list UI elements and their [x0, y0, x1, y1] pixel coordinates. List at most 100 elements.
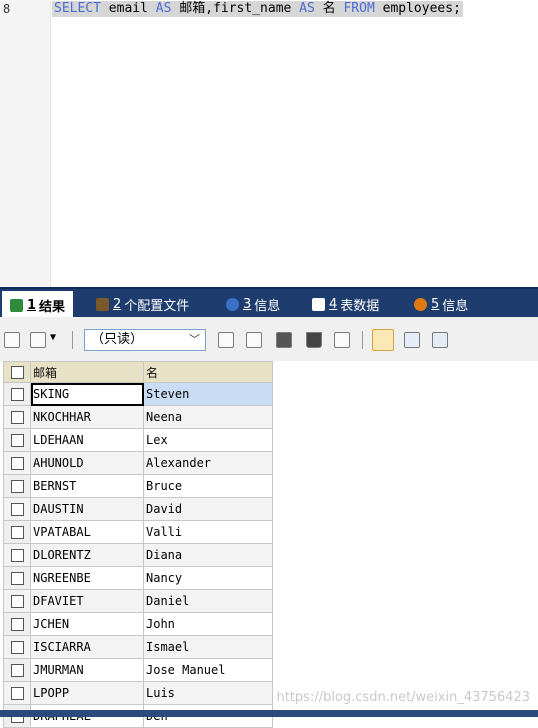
cancel-changes-icon[interactable] — [334, 332, 350, 348]
watermark: https://blog.csdn.net/weixin_43756423 — [276, 690, 530, 705]
tab-4[interactable]: 4 表数据 — [312, 292, 379, 316]
row-checkbox[interactable] — [10, 503, 24, 516]
row-select-cell[interactable] — [3, 635, 31, 659]
cell-email[interactable]: DAUSTIN — [30, 497, 144, 521]
cell-email[interactable]: BERNST — [30, 474, 144, 498]
row-select-cell[interactable] — [3, 681, 31, 705]
cell-email[interactable]: SKING — [30, 382, 144, 406]
table-row[interactable]: NGREENBE Nancy — [3, 566, 273, 590]
table-row[interactable]: VPATABAL Valli — [3, 520, 273, 544]
result-grid: 邮箱 名 SKING Steven NKOCHHAR Neena LDEHAAN Lex A… — [0, 361, 538, 728]
status-bar — [0, 710, 538, 717]
row-select-cell[interactable] — [3, 543, 31, 567]
cell-name[interactable]: Luis — [143, 681, 273, 705]
table-row[interactable]: DFAVIET Daniel — [3, 589, 273, 613]
cell-email[interactable]: DLORENTZ — [30, 543, 144, 567]
cell-name[interactable]: Ismael — [143, 635, 273, 659]
sql-text: email — [100, 1, 156, 16]
sql-text: 名 — [314, 1, 344, 16]
row-checkbox[interactable] — [10, 687, 24, 700]
table-row[interactable]: JMURMAN Jose Manuel — [3, 658, 273, 682]
sql-editor[interactable]: 8 SELECT email AS 邮箱,first_name AS 名 FRO… — [0, 0, 538, 287]
save-icon[interactable] — [276, 332, 292, 348]
row-select-cell[interactable] — [3, 612, 31, 636]
add-row-icon[interactable] — [4, 332, 20, 348]
tab-5[interactable]: 5 信息 — [414, 292, 468, 316]
chevron-down-icon: ﹀ — [189, 333, 200, 346]
row-checkbox[interactable] — [10, 388, 24, 401]
tab-2[interactable]: 2 个配置文件 — [96, 292, 189, 316]
table-row[interactable]: DAUSTIN David — [3, 497, 273, 521]
form-view-icon[interactable] — [404, 332, 420, 348]
cell-name[interactable]: Bruce — [143, 474, 273, 498]
select-all-cell[interactable] — [3, 361, 31, 383]
table-row[interactable]: DLORENTZ Diana — [3, 543, 273, 567]
column-header-email[interactable]: 邮箱 — [30, 361, 144, 383]
cell-email[interactable]: JCHEN — [30, 612, 144, 636]
row-select-cell[interactable] — [3, 658, 31, 682]
text-view-icon[interactable] — [432, 332, 448, 348]
table-row[interactable]: NKOCHHAR Neena — [3, 405, 273, 429]
cell-email[interactable]: ISCIARRA — [30, 635, 144, 659]
row-select-cell[interactable] — [3, 428, 31, 452]
column-header-name[interactable]: 名 — [143, 361, 273, 383]
cell-email[interactable]: AHUNOLD — [30, 451, 144, 475]
table-row[interactable]: SKING Steven — [3, 382, 273, 406]
row-checkbox[interactable] — [10, 526, 24, 539]
cell-name[interactable]: David — [143, 497, 273, 521]
row-checkbox[interactable] — [10, 434, 24, 447]
cell-name[interactable]: Alexander — [143, 451, 273, 475]
row-select-cell[interactable] — [3, 589, 31, 613]
export-icon[interactable] — [30, 332, 46, 348]
cell-email[interactable]: DFAVIET — [30, 589, 144, 613]
row-select-cell[interactable] — [3, 520, 31, 544]
tab-3[interactable]: 3 信息 — [226, 292, 280, 316]
table-row[interactable]: LPOPP Luis — [3, 681, 273, 705]
table-row[interactable]: BERNST Bruce — [3, 474, 273, 498]
select-all-checkbox[interactable] — [10, 366, 24, 379]
row-select-cell[interactable] — [3, 497, 31, 521]
cell-email[interactable]: LDEHAAN — [30, 428, 144, 452]
row-checkbox[interactable] — [10, 641, 24, 654]
duplicate-row-icon[interactable] — [246, 332, 262, 348]
trash-icon[interactable] — [306, 332, 322, 348]
cell-name[interactable]: Valli — [143, 520, 273, 544]
row-select-cell[interactable] — [3, 474, 31, 498]
cell-email[interactable]: JMURMAN — [30, 658, 144, 682]
read-only-mode-select[interactable]: （只读） ﹀ — [84, 329, 206, 351]
row-checkbox[interactable] — [10, 480, 24, 493]
cell-name[interactable]: Daniel — [143, 589, 273, 613]
sql-code-line[interactable]: SELECT email AS 邮箱,first_name AS 名 FROM … — [52, 1, 463, 17]
row-checkbox[interactable] — [10, 618, 24, 631]
row-checkbox[interactable] — [10, 572, 24, 585]
cell-email[interactable]: NKOCHHAR — [30, 405, 144, 429]
row-select-cell[interactable] — [3, 451, 31, 475]
cell-name[interactable]: John — [143, 612, 273, 636]
row-checkbox[interactable] — [10, 595, 24, 608]
cell-name[interactable]: Steven — [143, 382, 273, 406]
row-select-cell[interactable] — [3, 566, 31, 590]
cell-email[interactable]: LPOPP — [30, 681, 144, 705]
table-row[interactable]: JCHEN John — [3, 612, 273, 636]
cell-name[interactable]: Diana — [143, 543, 273, 567]
table-row[interactable]: ISCIARRA Ismael — [3, 635, 273, 659]
row-checkbox[interactable] — [10, 664, 24, 677]
cell-email[interactable]: NGREENBE — [30, 566, 144, 590]
row-checkbox[interactable] — [10, 457, 24, 470]
table-row[interactable]: LDEHAAN Lex — [3, 428, 273, 452]
tab-1[interactable]: 1 结果 — [2, 291, 74, 319]
table-header-row: 邮箱 名 — [3, 361, 273, 383]
cell-name[interactable]: Jose Manuel — [143, 658, 273, 682]
export-dropdown-arrow-icon[interactable]: ▼ — [50, 332, 56, 343]
cell-name[interactable]: Nancy — [143, 566, 273, 590]
row-select-cell[interactable] — [3, 382, 31, 406]
table-row[interactable]: AHUNOLD Alexander — [3, 451, 273, 475]
cell-email[interactable]: VPATABAL — [30, 520, 144, 544]
cell-name[interactable]: Neena — [143, 405, 273, 429]
grid-view-icon[interactable] — [372, 329, 394, 351]
insert-row-icon[interactable] — [218, 332, 234, 348]
row-checkbox[interactable] — [10, 549, 24, 562]
row-select-cell[interactable] — [3, 405, 31, 429]
row-checkbox[interactable] — [10, 411, 24, 424]
cell-name[interactable]: Lex — [143, 428, 273, 452]
